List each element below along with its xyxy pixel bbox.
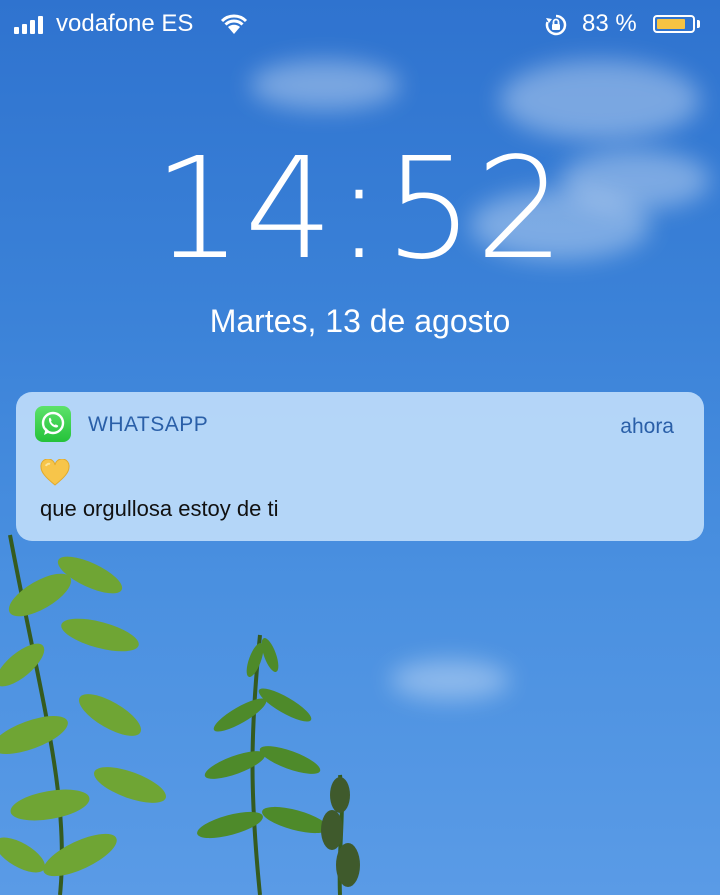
yellow-heart-icon (40, 459, 70, 486)
cloud (250, 60, 400, 110)
cellular-signal-icon (14, 16, 43, 34)
cloud (390, 660, 510, 700)
battery-icon (653, 15, 695, 33)
lock-screen-time: 14:52 (153, 128, 567, 291)
whatsapp-icon (35, 406, 71, 442)
battery-level (657, 19, 686, 29)
status-bar: vodafone ES 83 % (0, 6, 720, 40)
carrier-name: vodafone ES (56, 10, 194, 37)
notification-app-name: WHATSAPP (88, 413, 209, 436)
rotation-lock-icon (545, 14, 567, 36)
notification-time: ahora (620, 415, 674, 438)
notification-message: que orgullosa estoy de ti (40, 496, 279, 521)
battery-percentage: 83 % (582, 10, 637, 37)
battery-tip (697, 20, 700, 28)
lock-screen-date: Martes, 13 de agosto (209, 303, 511, 339)
whatsapp-notification[interactable]: WHATSAPP ahora que orgullosa estoy de ti (16, 392, 704, 541)
wifi-icon (220, 14, 248, 34)
